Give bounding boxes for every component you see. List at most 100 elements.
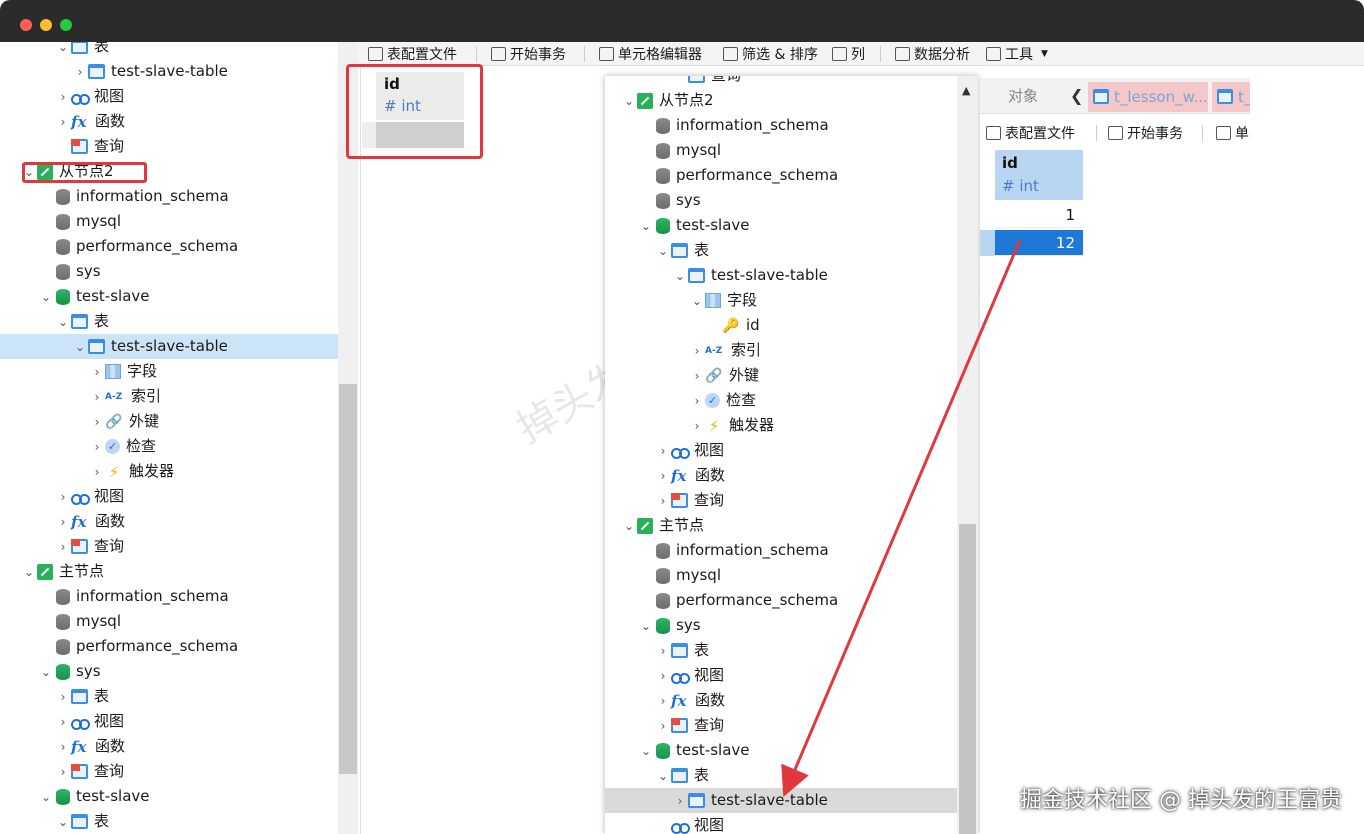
chevron-down-icon[interactable]: ⌄ xyxy=(55,42,71,54)
tree-item[interactable]: 查询 xyxy=(605,76,978,88)
tree-item[interactable]: › A-Z 索引 xyxy=(0,384,338,409)
chevron-down-icon[interactable]: ⌄ xyxy=(638,219,654,233)
chevron-down-icon[interactable]: ⌄ xyxy=(621,519,637,533)
navigation-scrollbar[interactable] xyxy=(338,42,358,834)
scrollbar-thumb[interactable] xyxy=(959,524,976,834)
tree-item[interactable]: 查询 xyxy=(0,134,338,159)
tree-item[interactable]: › 视图 xyxy=(0,84,338,109)
tree-item[interactable]: ⌄ 字段 xyxy=(605,288,978,313)
row-gutter[interactable] xyxy=(980,230,995,256)
cell-editor-button[interactable]: 单 xyxy=(1216,118,1249,148)
chevron-down-icon[interactable]: ⌄ xyxy=(55,815,71,829)
tree-item[interactable]: sys xyxy=(605,188,978,213)
chevron-down-icon[interactable]: ⌄ xyxy=(638,744,654,758)
tree-item[interactable]: mysql xyxy=(0,609,338,634)
tree-item[interactable]: › test-slave-table xyxy=(0,59,338,84)
tree-item[interactable]: › 视图 xyxy=(0,484,338,509)
tree-item[interactable]: ⌄ 表 xyxy=(605,238,978,263)
chevron-down-icon[interactable]: ⌄ xyxy=(638,619,654,633)
tree-item[interactable]: ⌄ test-slave xyxy=(605,738,978,763)
tree-item[interactable]: › fx 函数 xyxy=(605,688,978,713)
tools-menu-button[interactable]: 工具 ▼ xyxy=(986,42,1048,66)
tab-objects[interactable]: 对象 xyxy=(980,78,1066,114)
chevron-down-icon[interactable]: ⌄ xyxy=(55,315,71,329)
begin-transaction-button[interactable]: 开始事务 xyxy=(491,42,566,66)
tree-item[interactable]: mysql xyxy=(605,138,978,163)
tree-item[interactable]: › ✓ 检查 xyxy=(0,434,338,459)
tree-item[interactable]: performance_schema xyxy=(0,634,338,659)
chevron-down-icon[interactable]: ⌄ xyxy=(655,769,671,783)
tree-item[interactable]: › 查询 xyxy=(605,488,978,513)
tree-item[interactable]: ⌄ 主节点 xyxy=(0,559,338,584)
chevron-down-icon[interactable]: ⌄ xyxy=(72,340,88,354)
chevron-right-icon[interactable]: › xyxy=(55,540,71,554)
filter-sort-button[interactable]: 筛选 & 排序 xyxy=(723,42,818,66)
tree-item[interactable]: › 🔗 外键 xyxy=(0,409,338,434)
table-profile-button[interactable]: 表配置文件 xyxy=(986,118,1075,148)
tree-item[interactable]: ⌄ 主节点 xyxy=(605,513,978,538)
chevron-right-icon[interactable]: › xyxy=(655,694,671,708)
chevron-down-icon[interactable]: ⌄ xyxy=(21,565,37,579)
chevron-down-icon[interactable]: ⌄ xyxy=(672,269,688,283)
tree-item[interactable]: ⌄ 表 xyxy=(0,809,338,834)
tree-item[interactable]: ⌄ 表 xyxy=(605,763,978,788)
chevron-right-icon[interactable]: › xyxy=(689,419,705,433)
chevron-right-icon[interactable]: › xyxy=(672,794,688,808)
tree-item[interactable]: › 表 xyxy=(605,638,978,663)
chevron-down-icon[interactable]: ⌄ xyxy=(38,665,54,679)
chevron-right-icon[interactable]: › xyxy=(55,490,71,504)
tree-item[interactable]: ⌄ sys xyxy=(605,613,978,638)
table-profile-button[interactable]: 表配置文件 xyxy=(368,42,457,66)
tab-t-lesson[interactable]: t_lesson_w... xyxy=(1088,82,1208,112)
tree-item[interactable]: ⌄ test-slave xyxy=(0,284,338,309)
tree-item[interactable]: information_schema xyxy=(0,184,338,209)
chevron-down-icon[interactable]: ⌄ xyxy=(621,94,637,108)
tree-item[interactable]: › test-slave-table xyxy=(605,788,978,813)
chevron-right-icon[interactable]: › xyxy=(655,444,671,458)
chevron-right-icon[interactable]: › xyxy=(55,715,71,729)
tree-item[interactable]: ⌄ 从节点2 xyxy=(605,88,978,113)
scrollbar-thumb[interactable] xyxy=(339,384,357,774)
tree-item[interactable]: ⌄ 表 xyxy=(0,309,338,334)
chevron-right-icon[interactable]: › xyxy=(89,465,105,479)
chevron-right-icon[interactable]: › xyxy=(55,90,71,104)
tree-item[interactable]: › ✓ 检查 xyxy=(605,388,978,413)
chevron-down-icon[interactable]: ⌄ xyxy=(38,290,54,304)
tree-item[interactable]: › 字段 xyxy=(0,359,338,384)
tree-item[interactable]: › 视图 xyxy=(0,709,338,734)
chevron-right-icon[interactable]: › xyxy=(655,469,671,483)
tree-item[interactable]: ⌄ 表 xyxy=(0,42,338,59)
minimize-window-button[interactable] xyxy=(40,19,52,31)
chevron-left-icon[interactable]: ❮ xyxy=(1070,78,1084,114)
chevron-right-icon[interactable]: › xyxy=(55,690,71,704)
chevron-right-icon[interactable]: › xyxy=(89,440,105,454)
chevron-right-icon[interactable]: › xyxy=(55,765,71,779)
chevron-right-icon[interactable]: › xyxy=(655,494,671,508)
tree-item[interactable]: mysql xyxy=(0,209,338,234)
chevron-right-icon[interactable]: › xyxy=(655,669,671,683)
chevron-right-icon[interactable]: › xyxy=(689,369,705,383)
tree-item[interactable]: › fx 函数 xyxy=(605,463,978,488)
tree-item[interactable]: performance_schema xyxy=(605,588,978,613)
chevron-right-icon[interactable]: › xyxy=(89,365,105,379)
tree-item[interactable]: information_schema xyxy=(0,584,338,609)
close-window-button[interactable] xyxy=(20,19,32,31)
chevron-right-icon[interactable]: › xyxy=(89,390,105,404)
tree-item[interactable]: information_schema xyxy=(605,538,978,563)
tree-item[interactable]: › ⚡ 触发器 xyxy=(0,459,338,484)
tree-item[interactable]: › 🔗 外键 xyxy=(605,363,978,388)
chevron-right-icon[interactable]: › xyxy=(55,515,71,529)
chevron-right-icon[interactable]: › xyxy=(689,344,705,358)
tree-item[interactable]: › 视图 xyxy=(605,663,978,688)
chevron-right-icon[interactable]: › xyxy=(55,740,71,754)
tree-item[interactable]: › fx 函数 xyxy=(0,109,338,134)
chevron-right-icon[interactable]: › xyxy=(55,115,71,129)
tree-item[interactable]: ⌄ test-slave xyxy=(0,784,338,809)
zoom-window-button[interactable] xyxy=(60,19,72,31)
tree-item[interactable]: ⌄ test-slave xyxy=(605,213,978,238)
chevron-right-icon[interactable]: › xyxy=(72,65,88,79)
tree-item[interactable]: › ⚡ 触发器 xyxy=(605,413,978,438)
chevron-down-icon[interactable]: ⌄ xyxy=(689,294,705,308)
tree-item[interactable]: › fx 函数 xyxy=(0,734,338,759)
data-analysis-button[interactable]: 数据分析 xyxy=(895,42,970,66)
